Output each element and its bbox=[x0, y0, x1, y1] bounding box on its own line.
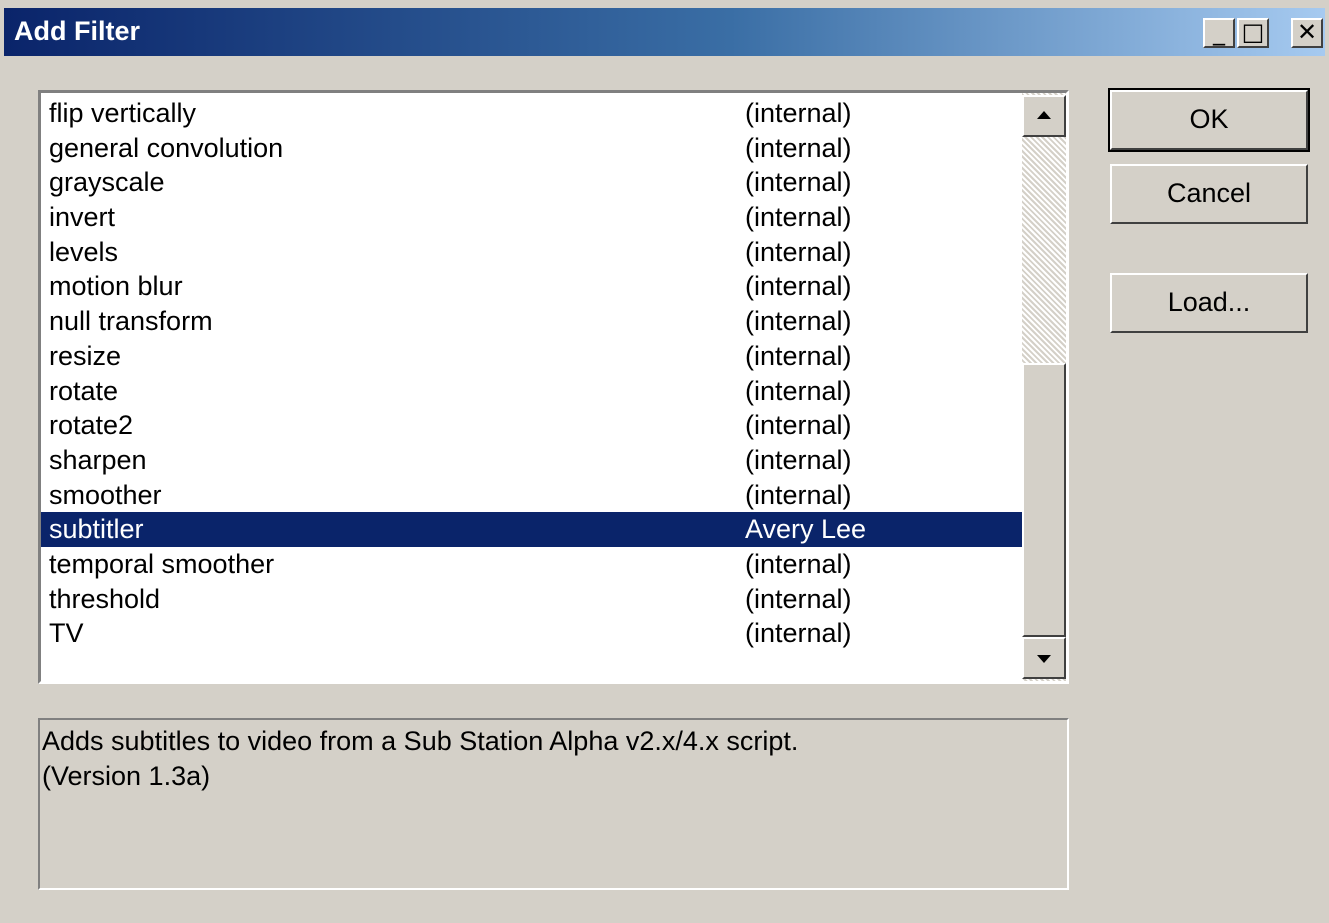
description-version: (Version 1.3a) bbox=[42, 761, 211, 791]
filter-source: (internal) bbox=[745, 375, 852, 406]
list-item[interactable]: subtitler Avery Lee bbox=[41, 512, 1023, 547]
list-item[interactable]: flip vertically (internal) bbox=[41, 96, 1023, 131]
list-item[interactable]: invert (internal) bbox=[41, 200, 1023, 235]
scroll-thumb[interactable] bbox=[1022, 363, 1066, 637]
filter-list[interactable]: flip vertically (internal) general convolu… bbox=[38, 90, 1069, 684]
filter-source: (internal) bbox=[745, 618, 852, 649]
minimize-button[interactable]: _ bbox=[1203, 18, 1235, 48]
list-item[interactable]: temporal smoother (internal) bbox=[41, 547, 1023, 582]
ok-button[interactable]: OK bbox=[1108, 88, 1310, 152]
close-button[interactable]: ✕ bbox=[1291, 18, 1323, 48]
list-item[interactable]: resize (internal) bbox=[41, 339, 1023, 374]
title-bar[interactable]: Add Filter _ □ ✕ bbox=[4, 8, 1325, 56]
cancel-button[interactable]: Cancel bbox=[1110, 164, 1308, 224]
filter-name: motion blur bbox=[49, 271, 183, 302]
filter-source: Avery Lee bbox=[745, 514, 867, 545]
list-item[interactable]: smoother (internal) bbox=[41, 478, 1023, 513]
filter-source: (internal) bbox=[745, 202, 852, 233]
add-filter-dialog: Add Filter _ □ ✕ flip vertically (interna… bbox=[0, 0, 1329, 923]
list-item[interactable]: general convolution (internal) bbox=[41, 131, 1023, 166]
filter-source: (internal) bbox=[745, 548, 852, 579]
filter-name: rotate2 bbox=[49, 410, 134, 441]
list-item[interactable]: levels (internal) bbox=[41, 235, 1023, 270]
filter-source: (internal) bbox=[745, 98, 852, 128]
filter-source: (internal) bbox=[745, 583, 852, 614]
maximize-icon: □ bbox=[1241, 18, 1265, 46]
filter-source: (internal) bbox=[745, 306, 852, 337]
filter-name: sharpen bbox=[49, 444, 147, 475]
list-item[interactable]: TV (internal) bbox=[41, 616, 1023, 651]
list-item[interactable]: rotate (internal) bbox=[41, 374, 1023, 409]
filter-source: (internal) bbox=[745, 271, 852, 302]
filter-name: general convolution bbox=[49, 132, 284, 163]
list-item[interactable]: grayscale (internal) bbox=[41, 165, 1023, 200]
filter-name: flip vertically bbox=[49, 98, 197, 128]
load-button[interactable]: Load... bbox=[1110, 273, 1308, 333]
filter-name: threshold bbox=[49, 583, 161, 614]
filter-name: TV bbox=[49, 618, 84, 649]
list-item[interactable]: rotate2 (internal) bbox=[41, 408, 1023, 443]
filter-source: (internal) bbox=[745, 132, 852, 163]
filter-name: levels bbox=[49, 236, 119, 267]
list-item[interactable]: motion blur (internal) bbox=[41, 269, 1023, 304]
filter-source: (internal) bbox=[745, 444, 852, 475]
minimize-icon: _ bbox=[1213, 18, 1225, 46]
filter-source: (internal) bbox=[745, 167, 852, 198]
filter-description: Adds subtitles to video from a Sub Stati… bbox=[38, 718, 1069, 890]
list-item[interactable]: null transform (internal) bbox=[41, 304, 1023, 339]
scroll-down-button[interactable] bbox=[1022, 637, 1066, 679]
filter-source: (internal) bbox=[745, 236, 852, 267]
scroll-up-button[interactable] bbox=[1022, 95, 1066, 137]
window-title: Add Filter bbox=[14, 16, 140, 46]
vertical-scrollbar[interactable] bbox=[1022, 93, 1066, 681]
filter-source: (internal) bbox=[745, 479, 852, 510]
filter-name: resize bbox=[49, 340, 122, 371]
arrow-up-icon bbox=[1037, 111, 1051, 119]
filter-list-items: flip vertically (internal) general convolu… bbox=[41, 96, 1023, 651]
filter-name: temporal smoother bbox=[49, 548, 275, 579]
filter-source: (internal) bbox=[745, 340, 852, 371]
description-line: Adds subtitles to video from a Sub Stati… bbox=[42, 726, 799, 756]
arrow-down-icon bbox=[1037, 655, 1051, 663]
filter-name: null transform bbox=[49, 306, 213, 337]
filter-name: rotate bbox=[49, 375, 119, 406]
filter-name: grayscale bbox=[49, 167, 165, 198]
filter-source: (internal) bbox=[745, 410, 852, 441]
filter-name: subtitler bbox=[49, 514, 144, 545]
filter-name: invert bbox=[49, 202, 116, 233]
maximize-button[interactable]: □ bbox=[1237, 18, 1269, 48]
list-item[interactable]: threshold (internal) bbox=[41, 582, 1023, 617]
close-icon: ✕ bbox=[1296, 18, 1318, 46]
filter-name: smoother bbox=[49, 479, 162, 510]
list-item[interactable]: sharpen (internal) bbox=[41, 443, 1023, 478]
